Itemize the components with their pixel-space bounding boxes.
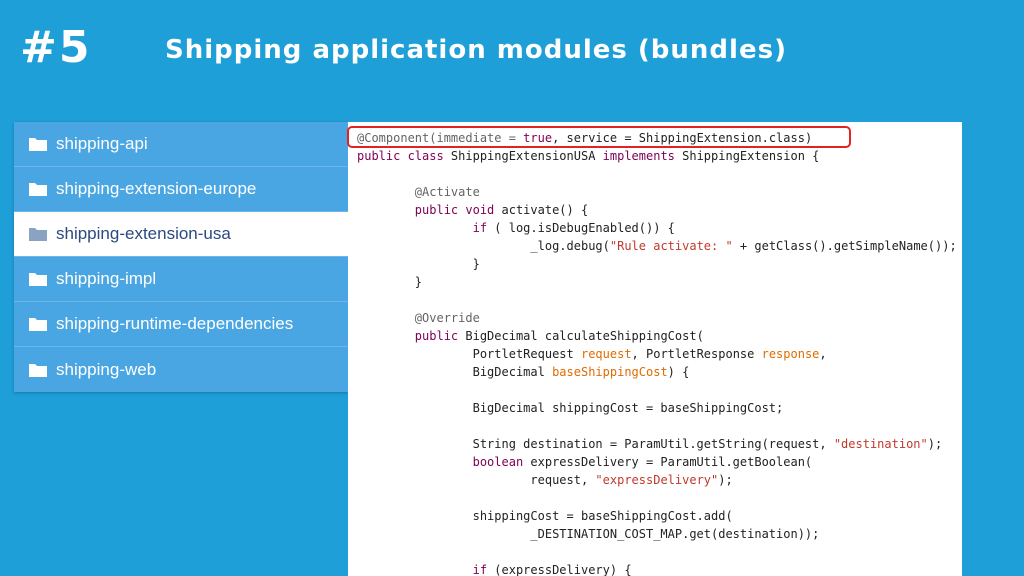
module-label: shipping-api [56, 134, 148, 153]
folder-icon [28, 181, 48, 197]
code-line: String destination = ParamUtil.getString… [357, 435, 957, 453]
code-token: public class [357, 149, 451, 163]
code-panel: @Component(immediate = true, service = S… [348, 122, 962, 576]
code-line: boolean expressDelivery = ParamUtil.getB… [357, 453, 957, 471]
code-token: implements [602, 149, 683, 163]
code-token: BigDecimal shippingCost = baseShippingCo… [357, 401, 784, 415]
slide-title: Shipping application modules (bundles) [165, 35, 787, 65]
module-item-shipping-runtime-dependencies[interactable]: shipping-runtime-dependencies [14, 302, 348, 347]
code-token: response [761, 347, 820, 361]
code-lines: @Component(immediate = true, service = S… [357, 129, 957, 576]
code-line: } [357, 273, 957, 291]
code-token: ); [927, 437, 943, 451]
slide-number: #5 [20, 22, 92, 73]
component-annotation-highlight [347, 126, 851, 148]
code-line: @Activate [357, 183, 957, 201]
code-token: @Activate [357, 185, 480, 199]
folder-icon [28, 316, 48, 332]
folder-icon [28, 271, 48, 287]
module-item-shipping-extension-europe[interactable]: shipping-extension-europe [14, 167, 348, 212]
folder-icon [28, 226, 48, 242]
code-token: _log.debug( [357, 239, 610, 253]
code-token: BigDecimal calculateShippingCost( [465, 329, 704, 343]
folder-icon [28, 362, 48, 378]
code-token: ShippingExtension { [682, 149, 820, 163]
code-token: _DESTINATION_COST_MAP.get(destination)); [357, 527, 820, 541]
code-token: activate() { [501, 203, 589, 217]
code-line: PortletRequest request, PortletResponse … [357, 345, 957, 363]
code-line: } [357, 255, 957, 273]
code-token: , PortletResponse [631, 347, 762, 361]
code-line: @Override [357, 309, 957, 327]
code-line: public BigDecimal calculateShippingCost( [357, 327, 957, 345]
module-item-shipping-api[interactable]: shipping-api [14, 122, 348, 167]
module-item-shipping-extension-usa[interactable]: shipping-extension-usa [14, 212, 348, 257]
code-line: if ( log.isDebugEnabled()) { [357, 219, 957, 237]
folder-icon [28, 136, 48, 152]
code-token: PortletRequest [357, 347, 581, 361]
code-token: "Rule activate: " [609, 239, 733, 253]
code-line: request, "expressDelivery"); [357, 471, 957, 489]
code-token: public void [357, 203, 502, 217]
module-item-shipping-web[interactable]: shipping-web [14, 347, 348, 392]
code-line: _log.debug("Rule activate: " + getClass(… [357, 237, 957, 255]
module-label: shipping-impl [56, 269, 157, 288]
code-token: + getClass().getSimpleName()); [732, 239, 957, 253]
code-line: if (expressDelivery) { [357, 561, 957, 576]
code-token: baseShippingCost [552, 365, 668, 379]
code-token: ShippingExtensionUSA [450, 149, 603, 163]
code-token: if [357, 563, 495, 576]
code-token: shippingCost = baseShippingCost.add( [357, 509, 733, 523]
code-token: @Override [357, 311, 480, 325]
module-label: shipping-extension-usa [56, 224, 231, 243]
module-label: shipping-web [56, 359, 157, 379]
module-label: shipping-extension-europe [56, 179, 257, 198]
code-token: BigDecimal [357, 365, 553, 379]
code-token: ( log.isDebugEnabled()) { [494, 221, 675, 235]
code-token: "destination" [833, 437, 928, 451]
code-token: ) { [667, 365, 690, 379]
module-item-shipping-impl[interactable]: shipping-impl [14, 257, 348, 302]
module-label: shipping-runtime-dependencies [56, 314, 294, 333]
code-token: ); [718, 473, 733, 487]
code-line: BigDecimal shippingCost = baseShippingCo… [357, 399, 957, 417]
code-token: } [357, 257, 480, 271]
code-token: , [819, 347, 827, 361]
code-token: boolean [357, 455, 531, 469]
code-token: if [357, 221, 495, 235]
code-line: shippingCost = baseShippingCost.add( [357, 507, 957, 525]
code-token: "expressDelivery" [595, 473, 719, 487]
code-token: request, [357, 473, 596, 487]
code-token: } [357, 275, 423, 289]
code-token: expressDelivery = ParamUtil.getBoolean( [530, 455, 813, 469]
code-line: _DESTINATION_COST_MAP.get(destination)); [357, 525, 957, 543]
code-token: String destination = ParamUtil.getString… [357, 437, 834, 451]
code-token: public [357, 329, 466, 343]
code-line: public void activate() { [357, 201, 957, 219]
code-token: request [580, 347, 632, 361]
module-list: shipping-api shipping-extension-europe shi… [14, 122, 348, 392]
code-line: BigDecimal baseShippingCost) { [357, 363, 957, 381]
code-token: (expressDelivery) { [494, 563, 632, 576]
code-line: public class ShippingExtensionUSA implem… [357, 147, 957, 165]
